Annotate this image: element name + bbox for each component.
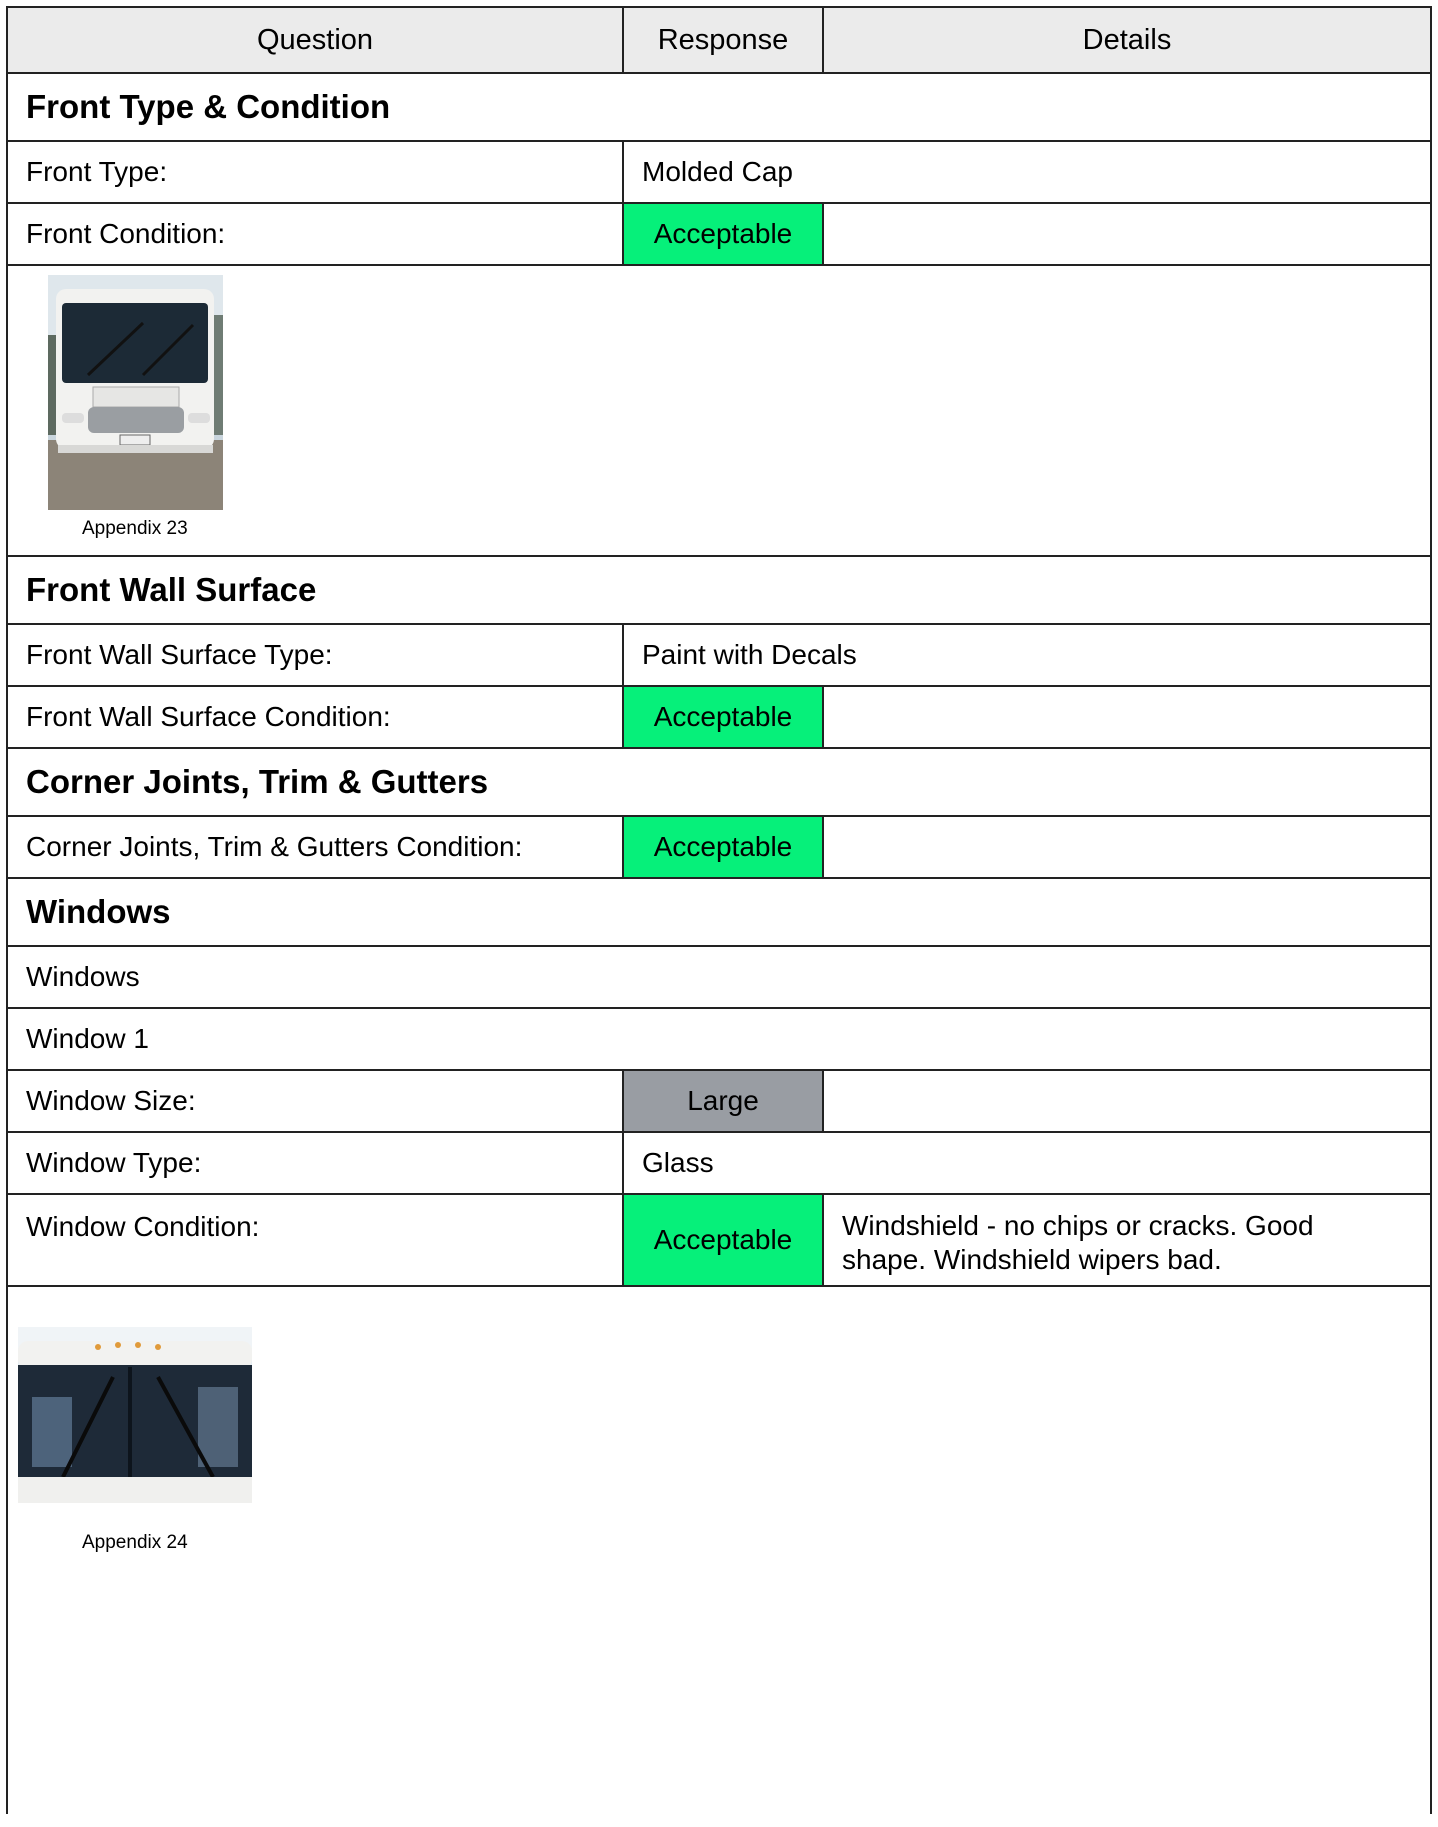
question-window-condition: Window Condition: [26,1211,260,1242]
rv-front-photo[interactable] [48,275,223,510]
header-question: Question [256,23,374,56]
table-row: Window Size: Large [8,1071,1430,1133]
table-row: Corner Joints, Trim & Gutters Condition:… [8,817,1430,879]
header-response: Response [622,8,822,72]
details-window-condition: Windshield - no chips or cracks. Good sh… [822,1195,1430,1285]
table-row: Window Condition: Acceptable Windshield … [8,1195,1430,1287]
details-corner-joints [822,817,1430,877]
question-front-condition: Front Condition: [26,218,226,249]
section-title-corner-joints: Corner Joints, Trim & Gutters [8,749,1430,817]
status-badge-window-condition: Acceptable [622,1195,822,1285]
photo-row-appendix-23: Appendix 23 [8,266,1430,557]
question-window-size: Window Size: [26,1085,196,1116]
response-window-type: Glass [622,1133,1430,1193]
response-front-type: Molded Cap [622,142,1430,202]
table-row: Front Wall Surface Type: Paint with Deca… [8,625,1430,687]
table-row: Front Condition: Acceptable [8,204,1430,266]
table-row: Front Wall Surface Condition: Acceptable [8,687,1430,749]
details-window-size [822,1071,1430,1131]
photo-caption-appendix-23: Appendix 23 [82,518,188,539]
table-row: Window Type: Glass [8,1133,1430,1195]
details-window-condition-text: Windshield - no chips or cracks. Good sh… [842,1210,1314,1275]
item-label-window-1: Window 1 [8,1009,1430,1071]
status-badge-front-condition: Acceptable [622,204,822,264]
table-header-row: Question Response Details [8,8,1430,74]
question-surface-condition: Front Wall Surface Condition: [26,701,391,732]
details-front-condition [822,204,1430,264]
inspection-report-table: Question Response Details Front Type & C… [6,6,1432,1814]
header-details: Details [822,8,1430,72]
question-window-type: Window Type: [26,1147,202,1178]
table-row: Front Type: Molded Cap [8,142,1430,204]
section-title-front-type: Front Type & Condition [8,74,1430,142]
photo-row-appendix-24: Appendix 24 [8,1287,1430,1827]
windshield-photo[interactable] [18,1327,252,1503]
group-label-windows: Windows [8,947,1430,1009]
response-surface-type: Paint with Decals [622,625,1430,685]
status-badge-window-size: Large [622,1071,822,1131]
question-surface-type: Front Wall Surface Type: [26,639,333,670]
question-front-type: Front Type: [26,156,168,187]
section-title-windows: Windows [8,879,1430,947]
status-badge-surface-condition: Acceptable [622,687,822,747]
section-title-front-wall: Front Wall Surface [8,557,1430,625]
details-surface-condition [822,687,1430,747]
status-badge-corner-joints: Acceptable [622,817,822,877]
photo-caption-appendix-24: Appendix 24 [82,1532,188,1553]
question-corner-joints-condition: Corner Joints, Trim & Gutters Condition: [26,831,523,862]
